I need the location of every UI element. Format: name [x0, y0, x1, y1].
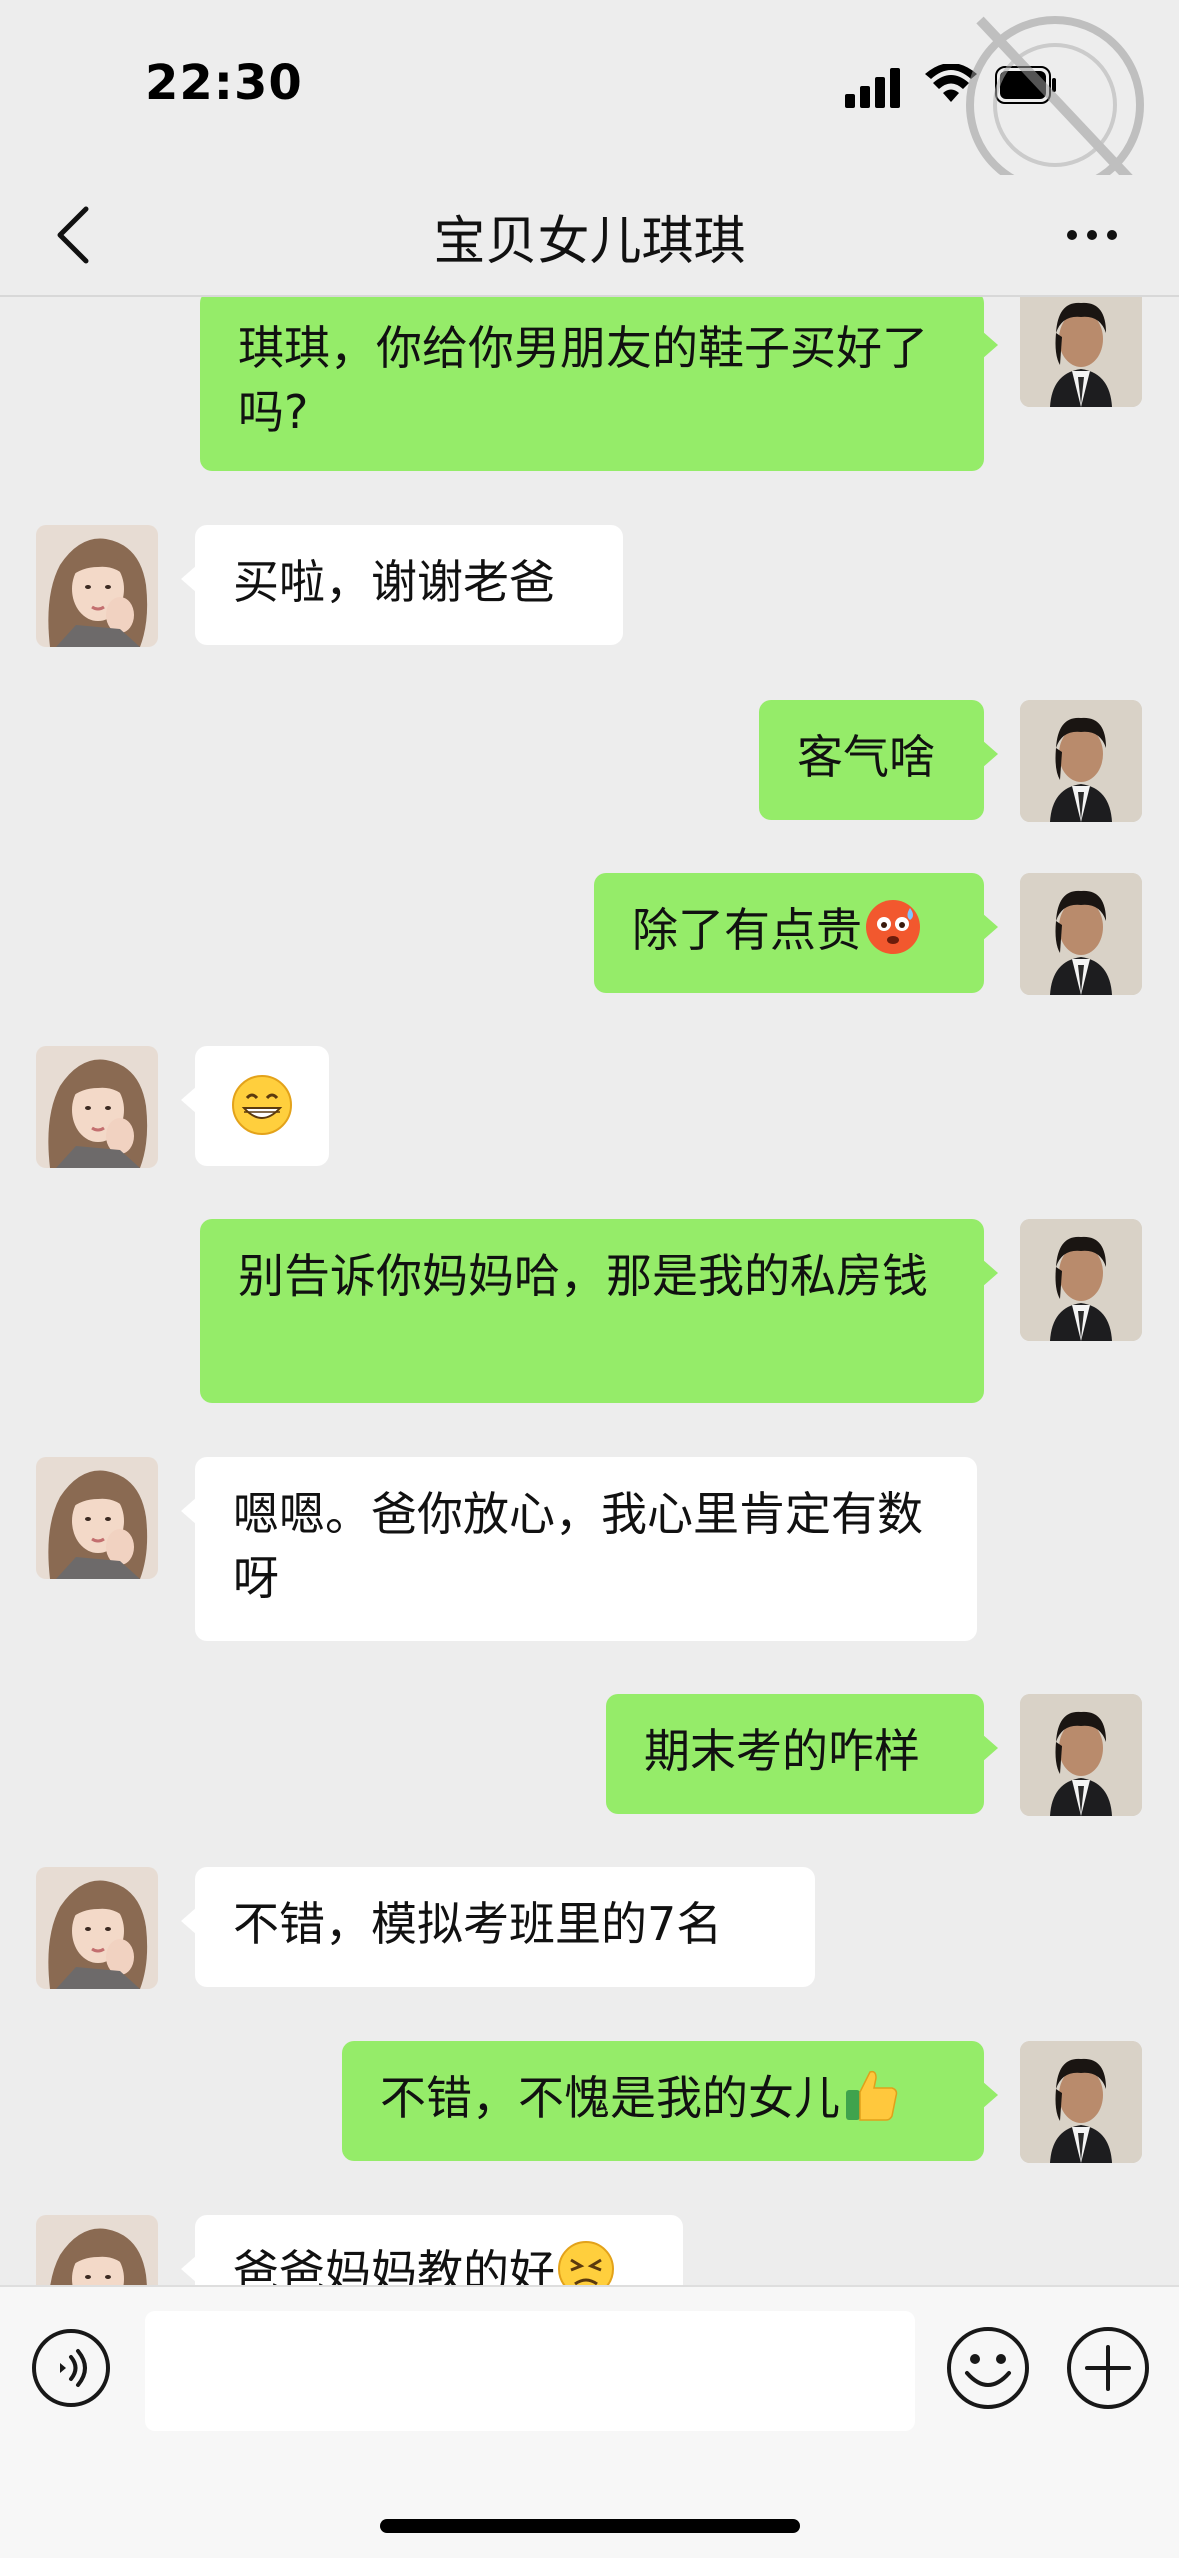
daughter-avatar[interactable] — [36, 2215, 158, 2285]
chat-title: 宝贝女儿琪琪 — [433, 212, 746, 272]
message-text: 除了有点贵 — [632, 903, 862, 957]
status-time: 22:30 — [145, 55, 303, 111]
status-bar: 22:30 — [0, 0, 1179, 194]
plus-circle-icon — [1067, 2327, 1149, 2409]
outgoing-message-bubble[interactable]: 别告诉你妈妈哈，那是我的私房钱 — [200, 1219, 998, 1403]
voice-button[interactable] — [30, 2327, 112, 2409]
incoming-message-bubble[interactable]: 爸爸妈妈教的好 — [181, 2215, 683, 2285]
outgoing-message-bubble[interactable]: 不错，不愧是我的女儿 — [342, 2041, 998, 2161]
dad-avatar[interactable] — [1020, 873, 1142, 995]
dad-avatar[interactable] — [1020, 700, 1142, 822]
daughter-avatar[interactable] — [36, 1867, 158, 1989]
more-button[interactable] — [1060, 205, 1140, 265]
signal-icon — [845, 68, 900, 108]
daughter-avatar[interactable] — [36, 525, 158, 647]
dad-avatar[interactable] — [1020, 1694, 1142, 1816]
grinning-face-emoji — [232, 1075, 292, 1135]
smiley-icon — [947, 2327, 1029, 2409]
voice-icon — [32, 2329, 110, 2407]
outgoing-message-bubble[interactable]: 期末考的咋样 — [606, 1694, 998, 1814]
nav-bar: 宝贝女儿琪琪 — [0, 175, 1179, 297]
hot-face-emoji — [866, 900, 920, 954]
outgoing-message-bubble[interactable]: 除了有点贵 — [594, 873, 998, 993]
incoming-message-bubble[interactable]: 买啦，谢谢老爸 — [181, 525, 623, 645]
chat-message-list[interactable]: 琪琪，你给你男朋友的鞋子买好了吗? 买啦，谢谢老爸 客气啥 除了有点贵 别告诉你… — [0, 297, 1179, 2285]
emoji-button[interactable] — [945, 2325, 1031, 2411]
incoming-message-bubble[interactable] — [181, 1046, 329, 1166]
input-bar — [0, 2285, 1179, 2558]
message-text: 不错，不愧是我的女儿 — [380, 2071, 840, 2125]
daughter-avatar[interactable] — [36, 1457, 158, 1579]
outgoing-message-bubble[interactable]: 琪琪，你给你男朋友的鞋子买好了吗? — [200, 297, 998, 471]
plus-button[interactable] — [1065, 2325, 1151, 2411]
outgoing-message-bubble[interactable]: 客气啥 — [759, 700, 998, 820]
dad-avatar[interactable] — [1020, 1219, 1142, 1341]
incoming-message-bubble[interactable]: 嗯嗯。爸你放心，我心里肯定有数呀 — [181, 1457, 977, 1641]
dad-avatar[interactable] — [1020, 297, 1142, 407]
more-dots-icon — [1067, 230, 1117, 240]
home-indicator — [380, 2519, 800, 2533]
incoming-message-bubble[interactable]: 不错，模拟考班里的7名 — [181, 1867, 815, 1987]
message-text: 爸爸妈妈教的好 — [233, 2245, 555, 2285]
dad-avatar[interactable] — [1020, 2041, 1142, 2163]
message-input[interactable] — [145, 2311, 915, 2431]
daughter-avatar[interactable] — [36, 1046, 158, 1168]
thumbs-up-emoji — [846, 2070, 898, 2121]
persevering-face-emoji — [558, 2241, 614, 2285]
